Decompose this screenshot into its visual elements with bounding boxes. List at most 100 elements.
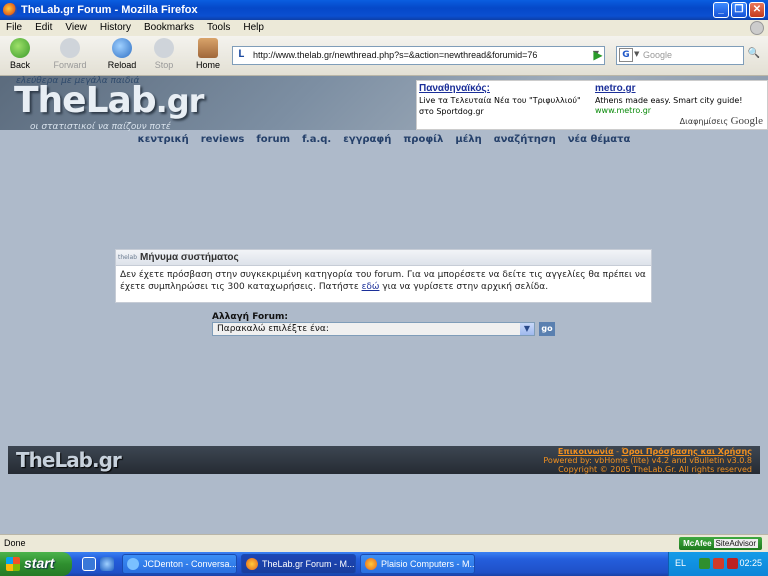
taskbar: start JCDenton - Conversa... TheLab.gr F… <box>0 552 768 576</box>
logo-tld: .gr <box>155 82 205 120</box>
reload-icon <box>112 38 132 58</box>
site-logo[interactable]: TheLab.gr <box>14 80 205 121</box>
close-button[interactable]: ✕ <box>749 2 765 18</box>
ad-box: Παναθηναϊκός: Live τα Τελευταία Νέα του … <box>416 80 768 130</box>
footer-powered-by: Powered by: vbHome (lite) v4.2 and vBull… <box>543 456 752 465</box>
back-button[interactable]: Back <box>2 38 38 70</box>
footer-logo[interactable]: TheLab.gr <box>16 448 122 472</box>
reload-label: Reload <box>107 60 137 70</box>
search-go-icon[interactable]: 🔍 <box>746 48 762 64</box>
window-title: TheLab.gr Forum - Mozilla Firefox <box>21 4 198 16</box>
nav-home[interactable]: κεντρική <box>138 132 189 148</box>
thelab-small-icon: thelab <box>118 254 137 261</box>
back-arrow-icon <box>10 38 30 58</box>
forum-jump-go-button[interactable]: go <box>539 322 555 336</box>
url-bar[interactable]: L http://www.thelab.gr/newthread.php?s=&… <box>232 46 605 65</box>
firefox-task-icon-2 <box>365 558 377 570</box>
menu-view[interactable]: View <box>65 20 87 36</box>
task-label-2: TheLab.gr Forum - M... <box>262 559 355 569</box>
footer-copyright: Copyright © 2005 TheLab.Gr. All rights r… <box>558 465 752 474</box>
taskbar-item-thelab[interactable]: TheLab.gr Forum - M... <box>241 554 356 574</box>
slogan-bottom: οι στατιστικοί να παίζουν ποτέ <box>30 122 171 132</box>
nav-forum[interactable]: forum <box>256 132 290 148</box>
siteadvisor-label: SiteAdvisor <box>713 539 758 548</box>
tray-icon-1[interactable] <box>699 558 710 569</box>
footer-terms-link[interactable]: Όροι Πρόσβασης και Χρήσης <box>622 447 752 456</box>
internet-explorer-icon[interactable] <box>100 557 114 571</box>
stop-icon <box>154 38 174 58</box>
nav-register[interactable]: εγγραφή <box>343 132 391 148</box>
nav-new-threads[interactable]: νέα θέματα <box>568 132 631 148</box>
task-label-1: JCDenton - Conversa... <box>143 559 237 569</box>
back-label: Back <box>9 60 30 70</box>
search-placeholder: Google <box>643 50 673 60</box>
system-message-box: thelab Μήνυμα συστήματος Δεν έχετε πρόσβ… <box>115 249 652 303</box>
menu-file[interactable]: File <box>6 20 22 36</box>
search-box[interactable]: G ▼ Google <box>616 46 744 65</box>
url-text: http://www.thelab.gr/newthread.php?s=&ac… <box>253 50 538 60</box>
ad-1-title[interactable]: Παναθηναϊκός: <box>419 83 490 94</box>
home-icon <box>198 38 218 58</box>
window-title-bar[interactable]: TheLab.gr Forum - Mozilla Firefox _ ❐ ✕ <box>0 0 768 20</box>
nav-search[interactable]: αναζήτηση <box>494 132 556 148</box>
site-footer: TheLab.gr Επικοινωνία - Όροι Πρόσβασης κ… <box>8 446 760 474</box>
nav-faq[interactable]: f.a.q. <box>302 132 331 148</box>
forum-jump-select[interactable]: Παρακαλώ επιλέξτε ένα: ▼ <box>212 322 535 336</box>
maximize-button[interactable]: ❐ <box>731 2 747 18</box>
forum-jump-selected: Παρακαλώ επιλέξτε ένα: <box>217 324 329 334</box>
mcafee-siteadvisor-badge[interactable]: McAfee SiteAdvisor <box>679 537 762 550</box>
taskbar-item-jcdenton[interactable]: JCDenton - Conversa... <box>122 554 237 574</box>
engine-dropdown-icon[interactable]: ▼ <box>634 50 639 58</box>
logo-text: TheLab <box>14 80 157 121</box>
system-tray: EL 02:25 <box>668 552 768 576</box>
go-arrow-icon[interactable]: ▶ <box>591 48 605 62</box>
stop-label: Stop <box>154 60 174 70</box>
home-label: Home <box>195 60 220 70</box>
home-button[interactable]: Home <box>190 38 226 70</box>
menu-bookmarks[interactable]: Bookmarks <box>144 20 194 36</box>
menu-tools[interactable]: Tools <box>207 20 230 36</box>
footer-logo-text: TheLab <box>16 448 93 472</box>
status-bar: Done McAfee SiteAdvisor <box>0 534 768 552</box>
language-indicator[interactable]: EL <box>675 558 686 568</box>
site-nav: κεντρική reviews forum f.a.q. εγγραφή προφίλ μ… <box>0 132 768 148</box>
show-desktop-icon[interactable] <box>82 557 96 571</box>
footer-contact-link[interactable]: Επικοινωνία <box>558 447 614 456</box>
menu-edit[interactable]: Edit <box>35 20 52 36</box>
forward-button[interactable]: Forward <box>52 38 88 70</box>
menu-help[interactable]: Help <box>243 20 264 36</box>
reload-button[interactable]: Reload <box>104 38 140 70</box>
tray-icon-2[interactable] <box>713 558 724 569</box>
ad-2-title[interactable]: metro.gr <box>595 83 636 94</box>
status-text: Done <box>4 538 26 548</box>
message-here-link[interactable]: εδώ <box>362 282 380 292</box>
site-favicon-icon: L <box>238 49 245 61</box>
footer-link-separator: - <box>613 447 622 456</box>
messenger-icon <box>127 558 139 570</box>
google-ads-logo: Google <box>730 115 763 127</box>
minimize-button[interactable]: _ <box>713 2 729 18</box>
nav-profile[interactable]: προφίλ <box>403 132 443 148</box>
google-engine-icon[interactable]: G <box>619 48 633 62</box>
mcafee-label: McAfee <box>683 539 712 548</box>
footer-links: Επικοινωνία - Όροι Πρόσβασης και Χρήσης … <box>543 447 752 474</box>
select-dropdown-icon[interactable]: ▼ <box>520 323 534 335</box>
footer-logo-tld: .gr <box>92 448 122 472</box>
nav-members[interactable]: μέλη <box>455 132 481 148</box>
ad-2-url[interactable]: www.metro.gr <box>595 106 651 115</box>
system-message-header: thelab Μήνυμα συστήματος <box>116 250 651 266</box>
start-label: start <box>24 555 55 571</box>
stop-button[interactable]: Stop <box>146 38 182 70</box>
mcafee-tray-icon[interactable] <box>727 558 738 569</box>
menu-history[interactable]: History <box>100 20 131 36</box>
taskbar-item-plaisio[interactable]: Plaisio Computers - M... <box>360 554 475 574</box>
ad-1-text: Live τα Τελευταία Νέα του "Τριφυλλιού" σ… <box>419 96 581 116</box>
ads-by-google[interactable]: Διαφημίσεις Google <box>680 115 763 127</box>
start-button[interactable]: start <box>0 552 72 576</box>
throbber-icon <box>750 21 764 35</box>
task-label-3: Plaisio Computers - M... <box>381 559 475 569</box>
message-text-post: για να γυρίσετε στην αρχική σελίδα. <box>379 282 549 292</box>
nav-reviews[interactable]: reviews <box>201 132 245 148</box>
firefox-icon <box>3 3 17 17</box>
clock: 02:25 <box>739 558 762 568</box>
